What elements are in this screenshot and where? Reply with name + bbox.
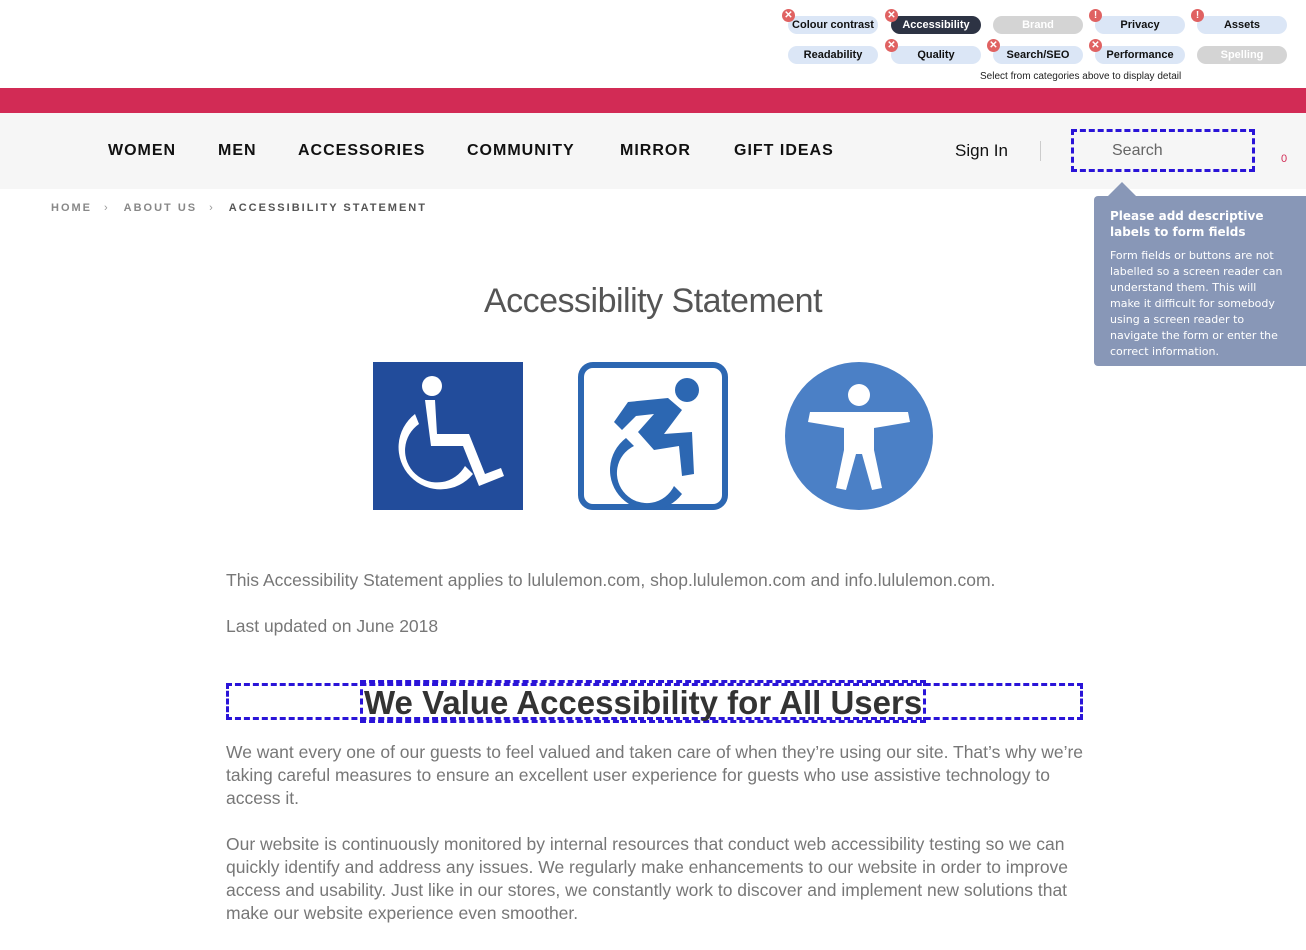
category-label: Accessibility bbox=[902, 19, 970, 31]
error-icon: ✕ bbox=[987, 39, 1000, 52]
category-label: Brand bbox=[1022, 19, 1054, 31]
category-spelling[interactable]: Spelling bbox=[1197, 46, 1287, 64]
last-updated: Last updated on June 2018 bbox=[226, 616, 439, 636]
category-quality[interactable]: ✕ Quality bbox=[885, 39, 981, 64]
category-label: Search/SEO bbox=[1006, 49, 1070, 61]
paragraph-value: We want every one of our guests to feel … bbox=[226, 742, 1084, 808]
nav-item-gift-ideas[interactable]: GIFT IDEAS bbox=[734, 142, 834, 160]
accessibility-person-icon bbox=[784, 362, 934, 510]
paragraph-monitoring: Our website is continuously monitored by… bbox=[226, 834, 1069, 923]
category-label: Privacy bbox=[1120, 19, 1160, 31]
issue-tooltip: Please add descriptive labels to form fi… bbox=[1094, 196, 1306, 366]
page-title: Accessibility Statement bbox=[483, 282, 823, 320]
nav-item-community[interactable]: COMMUNITY bbox=[467, 142, 575, 160]
breadcrumb-home[interactable]: HOME bbox=[51, 202, 92, 214]
nav-item-accessories[interactable]: ACCESSORIES bbox=[298, 142, 425, 160]
checker-hint: Select from categories above to display … bbox=[980, 71, 1182, 82]
category-label: Colour contrast bbox=[792, 19, 874, 31]
category-brand[interactable]: Brand bbox=[993, 16, 1083, 34]
category-accessibility[interactable]: ✕ Accessibility bbox=[885, 9, 981, 34]
cart-count[interactable]: 0 bbox=[1281, 153, 1287, 165]
category-colour-contrast[interactable]: ✕ Colour contrast bbox=[782, 9, 878, 34]
category-search-seo[interactable]: ✕ Search/SEO bbox=[987, 39, 1083, 64]
error-icon: ✕ bbox=[782, 9, 795, 22]
breadcrumb-current: ACCESSIBILITY STATEMENT bbox=[228, 202, 427, 214]
dynamic-wheelchair-icon bbox=[578, 362, 728, 510]
category-privacy[interactable]: ! Privacy bbox=[1089, 9, 1185, 34]
breadcrumb: HOME › ABOUT US › ACCESSIBILITY STATEMENT bbox=[51, 202, 427, 214]
nav-divider bbox=[1040, 141, 1041, 161]
search-input[interactable] bbox=[1112, 142, 1242, 160]
sign-in-link[interactable]: Sign In bbox=[955, 141, 1008, 161]
nav-item-men[interactable]: MEN bbox=[218, 142, 257, 160]
nav-item-women[interactable]: WOMEN bbox=[108, 142, 176, 160]
category-label: Performance bbox=[1106, 49, 1174, 61]
category-label: Readability bbox=[803, 49, 863, 61]
warning-icon: ! bbox=[1191, 9, 1204, 22]
category-performance[interactable]: ✕ Performance bbox=[1089, 39, 1185, 64]
error-icon: ✕ bbox=[1089, 39, 1102, 52]
category-label: Quality bbox=[917, 49, 955, 61]
search-field-highlight bbox=[1071, 129, 1255, 172]
category-label: Assets bbox=[1223, 19, 1261, 31]
section-heading: We Value Accessibility for All Users bbox=[360, 680, 927, 723]
wheelchair-icon bbox=[373, 362, 523, 510]
chevron-right-icon: › bbox=[209, 202, 213, 214]
error-icon: ✕ bbox=[885, 9, 898, 22]
category-readability[interactable]: Readability bbox=[788, 46, 878, 64]
tooltip-title: Please add descriptive labels to form fi… bbox=[1110, 209, 1264, 239]
main-nav: WOMEN MEN ACCESSORIES COMMUNITY MIRROR G… bbox=[0, 113, 1306, 189]
intro-paragraph: This Accessibility Statement applies to … bbox=[226, 570, 996, 590]
chevron-right-icon: › bbox=[104, 202, 108, 214]
promo-bar bbox=[0, 88, 1306, 113]
category-label: Spelling bbox=[1220, 49, 1264, 61]
warning-icon: ! bbox=[1089, 9, 1102, 22]
nav-item-mirror[interactable]: MIRROR bbox=[620, 142, 691, 160]
tooltip-arrow bbox=[1108, 182, 1136, 196]
breadcrumb-about-us[interactable]: ABOUT US bbox=[124, 202, 197, 214]
category-assets[interactable]: ! Assets bbox=[1191, 9, 1287, 34]
error-icon: ✕ bbox=[885, 39, 898, 52]
checker-toolbar: ✕ Colour contrast ✕ Accessibility Brand … bbox=[0, 0, 1306, 88]
